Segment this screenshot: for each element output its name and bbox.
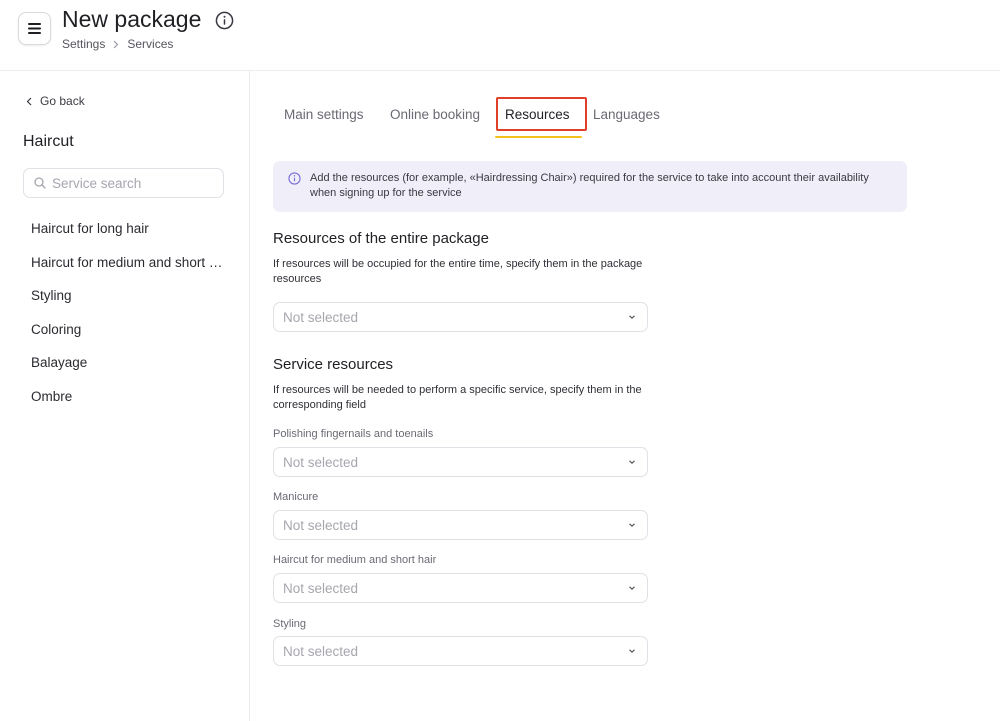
select-value: Not selected (283, 580, 359, 596)
active-tab-highlight (496, 97, 587, 131)
info-icon[interactable] (215, 11, 234, 30)
service-item-haircut-long-hair[interactable]: Haircut for long hair (31, 221, 226, 255)
styling-resources-select[interactable]: Not selected (273, 636, 648, 666)
package-resources-title: Resources of the entire package (273, 230, 489, 247)
service-search[interactable] (23, 168, 224, 198)
field-label-styling: Styling (273, 618, 307, 630)
chevron-left-icon (26, 97, 32, 105)
breadcrumb-settings[interactable]: Settings (62, 37, 105, 51)
service-item-ombre[interactable]: Ombre (31, 389, 226, 423)
haircut-medium-short-resources-select[interactable]: Not selected (273, 573, 648, 603)
tab-languages[interactable]: Languages (593, 107, 660, 122)
select-value: Not selected (283, 309, 359, 325)
info-icon (288, 172, 301, 185)
service-item-balayage[interactable]: Balayage (31, 355, 226, 389)
chevron-down-icon (629, 315, 635, 320)
field-label-polishing: Polishing fingernails and toenails (273, 428, 434, 440)
service-resources-title: Service resources (273, 356, 394, 373)
select-value: Not selected (283, 454, 359, 470)
breadcrumb: Settings Services (62, 37, 173, 51)
chevron-down-icon (629, 586, 635, 591)
service-list: Haircut for long hair Haircut for medium… (31, 221, 226, 423)
tab-main-settings[interactable]: Main settings (284, 107, 364, 122)
chevron-down-icon (629, 460, 635, 465)
select-value: Not selected (283, 643, 359, 659)
breadcrumb-services[interactable]: Services (127, 37, 173, 51)
go-back-link[interactable]: Go back (26, 94, 85, 108)
chevron-down-icon (629, 649, 635, 654)
service-resources-description: If resources will be needed to perform a… (273, 384, 642, 411)
menu-button[interactable] (18, 12, 51, 45)
service-item-haircut-medium-short-hair[interactable]: Haircut for medium and short hair (31, 255, 226, 289)
notice-text: Add the resources (for example, «Hairdre… (310, 172, 869, 199)
service-search-input[interactable] (52, 175, 212, 191)
search-icon (34, 177, 46, 189)
field-label-manicure: Manicure (273, 491, 319, 503)
chevron-right-icon (113, 40, 119, 48)
manicure-resources-select[interactable]: Not selected (273, 510, 648, 540)
polishing-resources-select[interactable]: Not selected (273, 447, 648, 477)
field-label-haircut-medium-short: Haircut for medium and short hair (273, 554, 437, 566)
sidebar: Go back Haircut Haircut for long hair Ha… (0, 71, 250, 721)
header: New package Settings Services (0, 0, 1000, 71)
chevron-down-icon (629, 523, 635, 528)
service-item-styling[interactable]: Styling (31, 288, 226, 322)
tab-online-booking[interactable]: Online booking (390, 107, 480, 122)
info-notice: Add the resources (for example, «Hairdre… (273, 161, 907, 212)
page-title: New package (62, 6, 202, 32)
select-value: Not selected (283, 517, 359, 533)
menu-icon (28, 23, 41, 34)
active-tab-underline (495, 136, 582, 138)
package-resources-select[interactable]: Not selected (273, 302, 648, 332)
sidebar-title: Haircut (23, 133, 74, 150)
package-resources-description: If resources will be occupied for the en… (273, 258, 643, 285)
service-item-coloring[interactable]: Coloring (31, 322, 226, 356)
go-back-label: Go back (40, 94, 85, 108)
